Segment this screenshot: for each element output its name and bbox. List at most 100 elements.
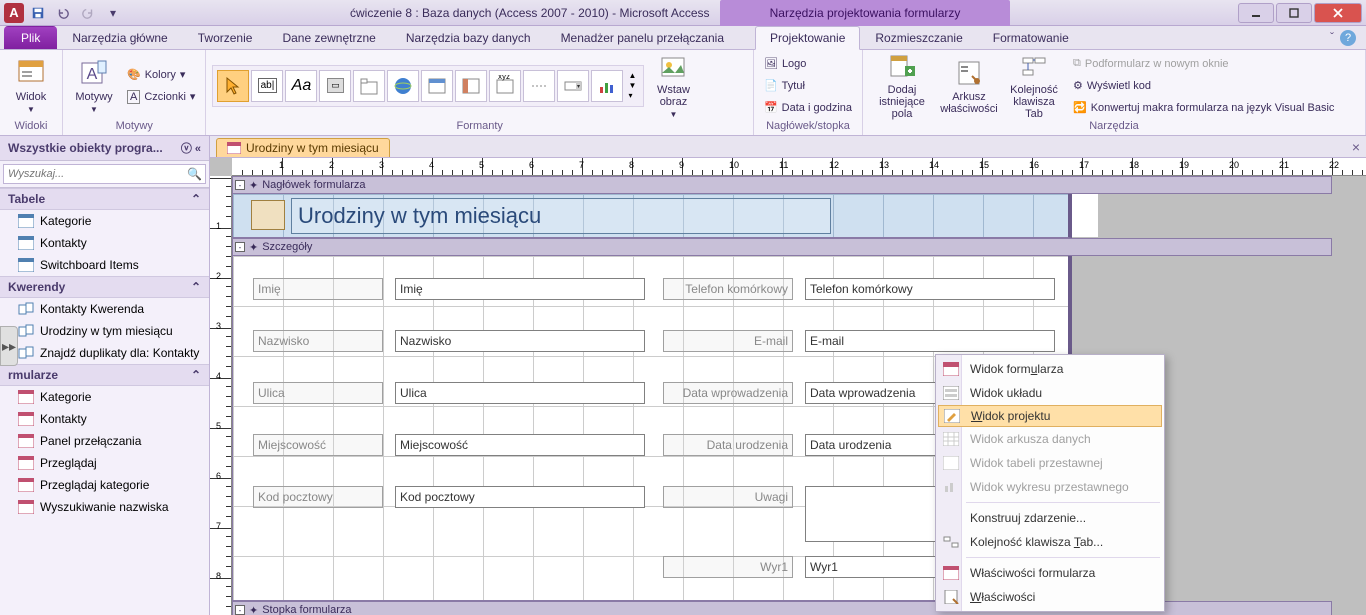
fonts-button[interactable]: ACzcionki ▾	[123, 87, 199, 107]
label-kod[interactable]: Kod pocztowy	[253, 486, 383, 508]
label-data-wprowadzenia[interactable]: Data wprowadzenia	[663, 382, 793, 404]
view-button[interactable]: Widok ▼	[6, 53, 56, 119]
control-telefon[interactable]: Telefon komórkowy	[805, 278, 1055, 300]
label-uwagi[interactable]: Uwagi	[663, 486, 793, 508]
property-sheet-button[interactable]: Arkusz właściwości	[939, 53, 999, 119]
navitem-kontakty-form[interactable]: Kontakty	[0, 408, 209, 430]
combobox-icon[interactable]	[557, 70, 589, 102]
navitem-panel-form[interactable]: Panel przełączania	[0, 430, 209, 452]
date-button[interactable]: 📅Data i godzina	[760, 98, 856, 118]
navigation-icon[interactable]	[455, 70, 487, 102]
document-tab[interactable]: Urodziny w tym miesiącu	[216, 138, 390, 157]
ctx-form-properties[interactable]: Właściwości formularza	[938, 561, 1162, 585]
help-icon[interactable]: ?	[1340, 30, 1356, 46]
textbox-icon[interactable]: ab|	[251, 70, 283, 102]
chart-icon[interactable]	[591, 70, 623, 102]
nav-group-tables[interactable]: Tabele⌃	[0, 188, 209, 210]
tab-switchboard[interactable]: Menadżer panelu przełączania	[546, 26, 739, 49]
tab-create[interactable]: Tworzenie	[183, 26, 268, 49]
ctx-tab-order[interactable]: Kolejność klawisza Tab...	[938, 530, 1162, 554]
tab-file[interactable]: Plik	[4, 26, 57, 49]
header-title-control[interactable]: Urodziny w tym miesiącu	[291, 198, 831, 234]
hyperlink-icon[interactable]	[387, 70, 419, 102]
tab-design[interactable]: Projektowanie	[755, 26, 860, 50]
controls-gallery[interactable]: ab| Aa ▭ xyz ▲ ▼ ▾	[212, 65, 644, 107]
label-nazwisko[interactable]: Nazwisko	[253, 330, 383, 352]
pointer-icon[interactable]	[217, 70, 249, 102]
label-miejscowosc[interactable]: Miejscowość	[253, 434, 383, 456]
nav-group-forms[interactable]: rmularze⌃	[0, 364, 209, 386]
themes-button[interactable]: A Motywy ▼	[69, 53, 119, 119]
navitem-kontakty-table[interactable]: Kontakty	[0, 232, 209, 254]
collapse-icon[interactable]: ⌃	[191, 368, 201, 382]
collapse-icon[interactable]: ⌃	[191, 192, 201, 206]
gallery-up-icon[interactable]: ▲	[628, 71, 639, 80]
control-nazwisko[interactable]: Nazwisko	[395, 330, 645, 352]
control-email[interactable]: E-mail	[805, 330, 1055, 352]
nav-collapse-handle[interactable]: ▸▸	[0, 326, 18, 366]
minimize-button[interactable]	[1238, 3, 1274, 23]
close-button[interactable]	[1314, 3, 1362, 23]
button-icon[interactable]: ▭	[319, 70, 351, 102]
label-imie[interactable]: Imię	[253, 278, 383, 300]
save-icon[interactable]	[27, 3, 49, 23]
navitem-kontakty-query[interactable]: Kontakty Kwerenda	[0, 298, 209, 320]
ctx-form-view[interactable]: Widok formularza	[938, 357, 1162, 381]
pagebreak-icon[interactable]	[523, 70, 555, 102]
collapse-icon[interactable]: ⌃	[191, 280, 201, 294]
chevron-left-icon[interactable]: ⓥ «	[181, 140, 201, 156]
optiongroup-icon[interactable]: xyz	[489, 70, 521, 102]
label-data-urodzenia[interactable]: Data urodzenia	[663, 434, 793, 456]
section-collapse-icon[interactable]: -	[235, 242, 245, 252]
ctx-design-view[interactable]: Widok projektu	[938, 405, 1162, 427]
form-footer-section-bar[interactable]: -✦ Stopka formularza	[232, 601, 1332, 615]
section-collapse-icon[interactable]: -	[235, 605, 245, 615]
colors-button[interactable]: 🎨Kolory ▾	[123, 65, 199, 85]
control-miejscowosc[interactable]: Miejscowość	[395, 434, 645, 456]
navitem-przegladaj-kategorie-form[interactable]: Przeglądaj kategorie	[0, 474, 209, 496]
ctx-layout-view[interactable]: Widok układu	[938, 381, 1162, 405]
view-code-button[interactable]: ⚙Wyświetl kod	[1069, 76, 1359, 96]
logo-button[interactable]: 🖼Logo	[760, 54, 856, 74]
label-telefon[interactable]: Telefon komórkowy	[663, 278, 793, 300]
navitem-duplicates-query[interactable]: Znajdź duplikaty dla: Kontakty	[0, 342, 209, 364]
control-kod[interactable]: Kod pocztowy	[395, 486, 645, 508]
ctx-properties[interactable]: Właściwości	[938, 585, 1162, 609]
gallery-down-icon[interactable]: ▼	[628, 81, 639, 90]
tab-dbtools[interactable]: Narzędzia bazy danych	[391, 26, 546, 49]
label-email[interactable]: E-mail	[663, 330, 793, 352]
tab-order-button[interactable]: Kolejność klawisza Tab	[1003, 53, 1065, 119]
ribbon-minimize-icon[interactable]: ˇ	[1330, 30, 1334, 46]
close-document-icon[interactable]: ×	[1352, 139, 1360, 155]
control-ulica[interactable]: Ulica	[395, 382, 645, 404]
header-logo-icon[interactable]	[251, 200, 285, 230]
redo-icon[interactable]	[77, 3, 99, 23]
label-icon[interactable]: Aa	[285, 70, 317, 102]
qat-dropdown-icon[interactable]: ▾	[102, 3, 124, 23]
tab-control-icon[interactable]	[353, 70, 385, 102]
control-imie[interactable]: Imię	[395, 278, 645, 300]
horizontal-ruler[interactable]: 1234567891011121314151617181920212223242…	[232, 158, 1366, 176]
convert-macros-button[interactable]: 🔁Konwertuj makra formularza na język Vis…	[1069, 98, 1359, 118]
design-scroll[interactable]: -✦ Nagłówek formularza Urodziny w tym mi…	[232, 176, 1366, 615]
nav-header[interactable]: Wszystkie obiekty progra... ⓥ «	[0, 136, 209, 161]
gallery-more-icon[interactable]: ▾	[628, 91, 639, 100]
search-icon[interactable]: 🔍	[187, 167, 202, 181]
navitem-urodziny-query[interactable]: Urodziny w tym miesiącu	[0, 320, 209, 342]
insert-image-button[interactable]: Wstaw obraz ▼	[648, 53, 698, 119]
nav-group-queries[interactable]: Kwerendy⌃	[0, 276, 209, 298]
add-fields-button[interactable]: Dodaj istniejące pola	[869, 53, 935, 119]
tab-arrange[interactable]: Rozmieszczanie	[860, 26, 977, 49]
navitem-wyszukiwanie-form[interactable]: Wyszukiwanie nazwiska	[0, 496, 209, 518]
vertical-ruler[interactable]: 123456789	[210, 176, 232, 615]
detail-section-bar[interactable]: -✦ Szczegóły	[232, 238, 1332, 256]
navitem-kategorie-table[interactable]: Kategorie	[0, 210, 209, 232]
tab-external[interactable]: Dane zewnętrzne	[267, 26, 390, 49]
title-button[interactable]: 📄Tytuł	[760, 76, 856, 96]
search-input[interactable]	[3, 164, 206, 184]
form-header-body[interactable]: Urodziny w tym miesiącu	[232, 194, 1072, 238]
webbrowser-icon[interactable]	[421, 70, 453, 102]
maximize-button[interactable]	[1276, 3, 1312, 23]
navitem-switchboard-table[interactable]: Switchboard Items	[0, 254, 209, 276]
label-ulica[interactable]: Ulica	[253, 382, 383, 404]
